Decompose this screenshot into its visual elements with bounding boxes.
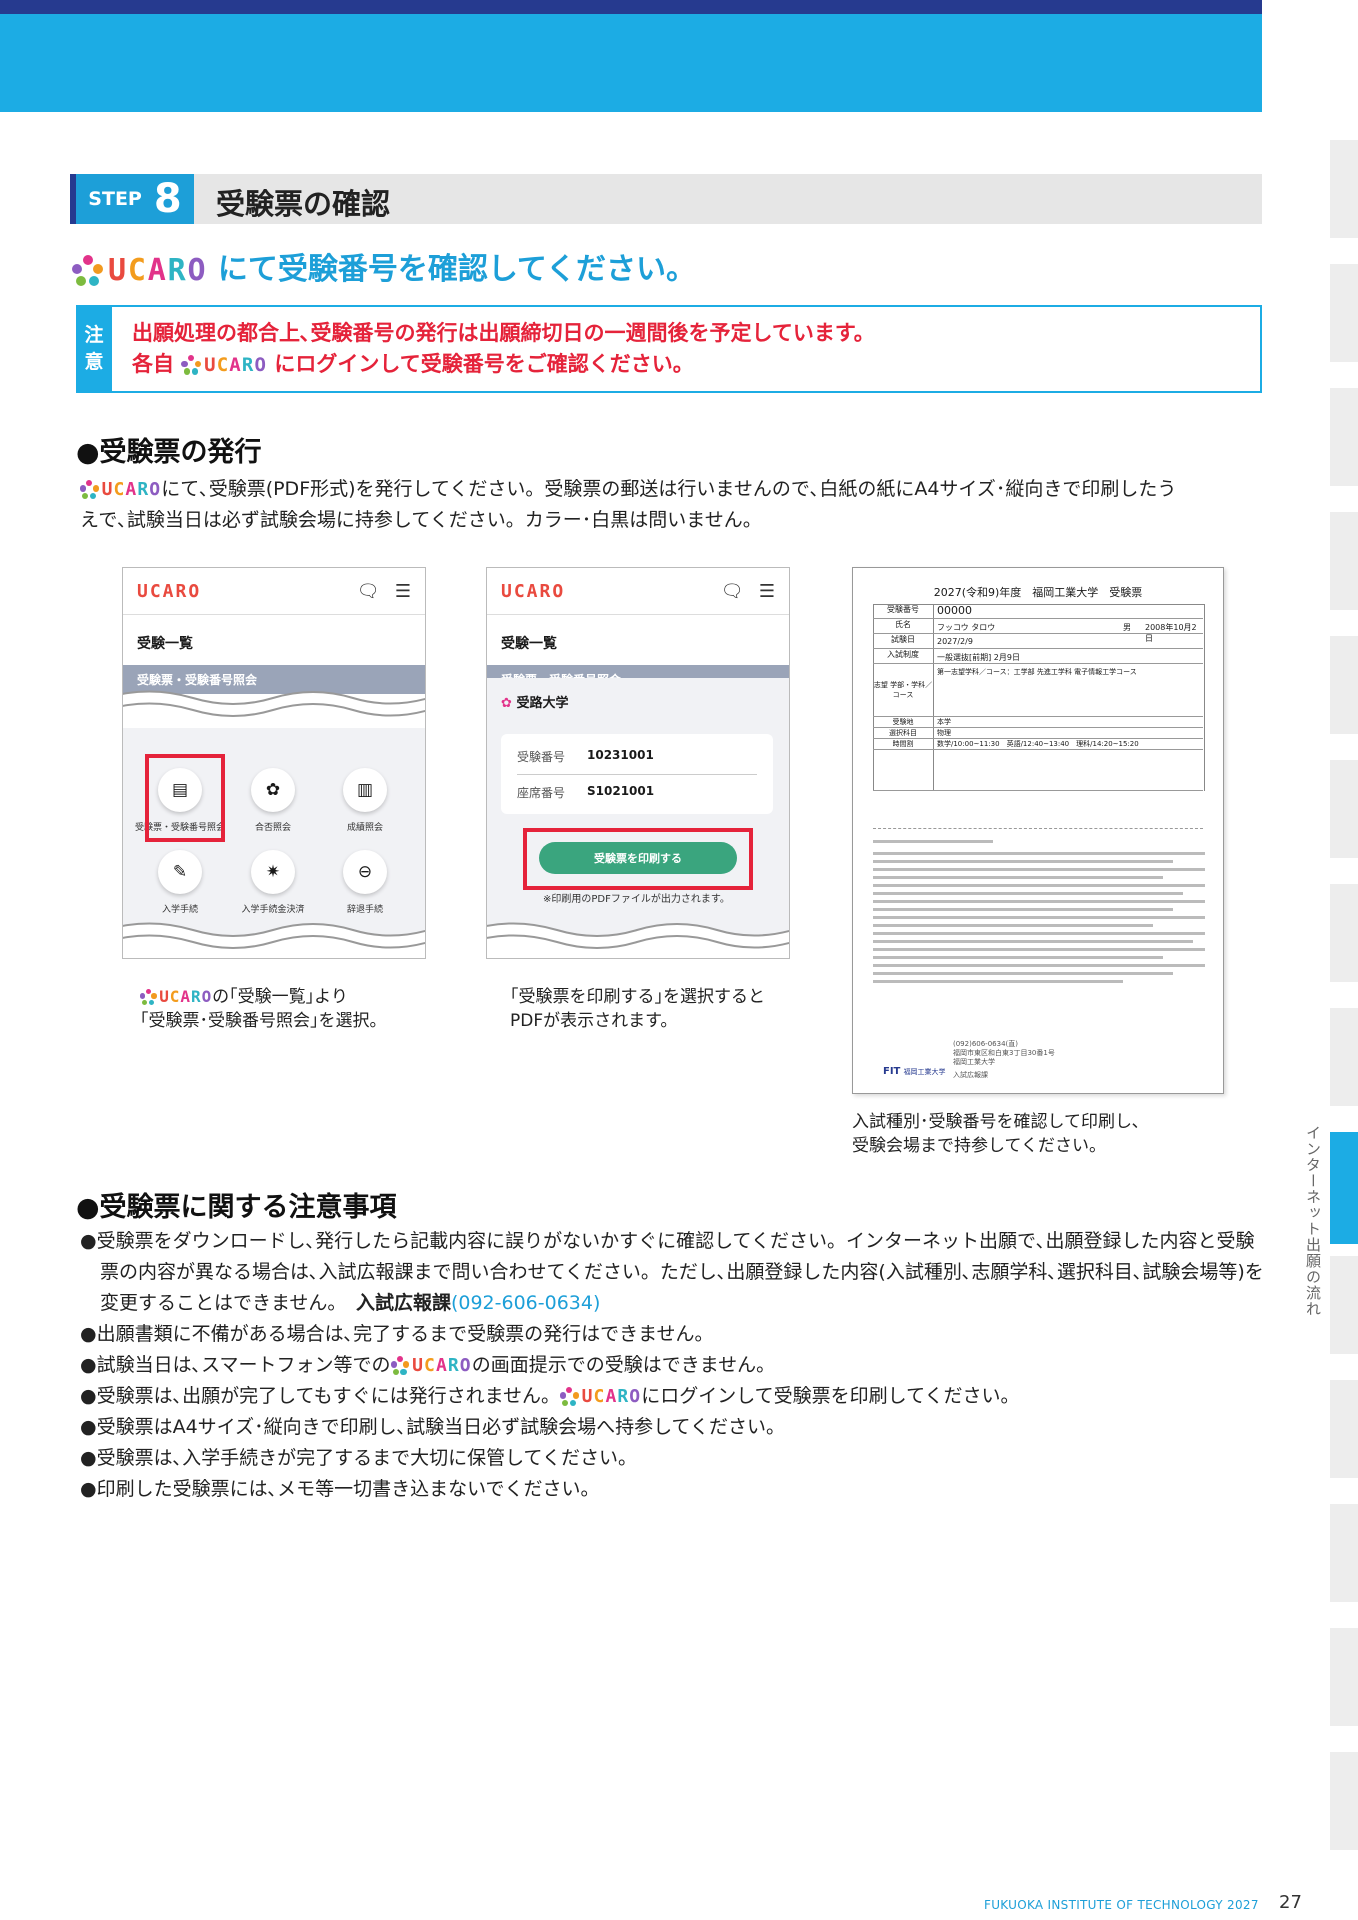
note-line-2: 各自 UCARO にログインして受験番号をご確認ください。 (132, 349, 875, 381)
university-name: ✿ 受路大学 (501, 696, 569, 711)
note-side-label: 注 意 (76, 305, 112, 393)
ucaro-logo: UCARO (140, 985, 212, 1009)
notice-list: 受験票をダウンロードし､発行したら記載内容に誤りがないかすぐに確認してください。… (80, 1226, 1270, 1505)
ticket-title: 2027(令和9)年度 福岡工業大学 受験票 (933, 586, 1143, 599)
headline: UCARO にて受験番号を確認してください。 (72, 244, 696, 288)
page-number: 27 (1279, 1892, 1302, 1913)
side-index-tab[interactable] (1330, 760, 1358, 858)
ucaro-wordmark: UCARO (108, 253, 208, 288)
office-name: 入試広報課 (355, 1292, 451, 1314)
ucaro-wordmark: UCARO (501, 580, 566, 602)
headline-text: にて受験番号を確認してください。 (217, 252, 697, 287)
side-index-tab-active[interactable] (1330, 1132, 1358, 1244)
ucaro-wordmark: UCARO (137, 580, 202, 602)
step-badge: STEP 8 (70, 174, 194, 224)
note-side-char: 意 (84, 351, 104, 373)
ticket-contact: (092)606-0634(直) 福岡市東区和白東3丁目30番1号 福岡工業大学 (953, 1040, 1055, 1066)
ucaro-logo: UCARO (181, 350, 267, 381)
ucaro-logo: UCARO (72, 253, 207, 288)
gear-icon[interactable]: ✷ (251, 850, 295, 894)
side-index-tab[interactable] (1330, 884, 1358, 982)
exam-number: 10231001 (587, 748, 654, 762)
pencil-icon[interactable]: ✎ (158, 850, 202, 894)
bar-chart-icon[interactable]: ▥ (343, 768, 387, 812)
notice-item: 出願書類に不備がある場合は､完了するまで受験票の発行はできません。 (80, 1319, 1270, 1350)
phone2-caption: ｢受験票を印刷する｣を選択すると PDFが表示されます。 (510, 987, 765, 1031)
notice-item: 印刷した受験票には､メモ等一切書き込まないでください。 (80, 1474, 1270, 1505)
flower-icon: ✿ (501, 696, 512, 711)
step-number: 8 (153, 176, 182, 222)
issue-heading: ●受験票の発行 (76, 437, 262, 468)
exam-ticket-sample: 2027(令和9)年度 福岡工業大学 受験票 受験番号 00000 氏名 フッコウ … (852, 567, 1224, 1094)
message-icon[interactable]: 🗨 (357, 581, 380, 602)
notice-heading: ●受験票に関する注意事項 (76, 1192, 397, 1223)
ucaro-logo: UCARO (390, 1350, 472, 1381)
highlight-box (145, 754, 225, 842)
side-index-tab[interactable] (1330, 1504, 1358, 1602)
wave-divider (123, 690, 425, 726)
seat-number: S1021001 (587, 784, 655, 798)
phone-screen-2: UCARO 🗨 ☰ 受験一覧 受験票・受験番号照会 ✿ 受路大学 受験番号 10… (486, 567, 790, 959)
side-index-tab[interactable] (1330, 264, 1358, 362)
message-icon[interactable]: 🗨 (721, 581, 744, 602)
notice-item: 受験票はA4サイズ･縦向きで印刷し､試験当日必ず試験会場へ持参してください。 (80, 1412, 1270, 1443)
highlight-box (523, 828, 753, 890)
ucaro-logo: UCARO (80, 474, 161, 505)
exam-number-card: 受験番号 10231001 座席番号 S1021001 (501, 734, 773, 814)
note-text: 出願処理の都合上､受験番号の発行は出願締切日の一週間後を予定しています。 各自 … (132, 318, 875, 381)
wave-divider (487, 922, 789, 958)
footer-text: FUKUOKA INSTITUTE OF TECHNOLOGY 2027 (984, 1898, 1259, 1912)
flower-icon (80, 480, 99, 499)
ticket-exam-number: 00000 (937, 604, 972, 617)
side-index-tab[interactable] (1330, 636, 1358, 734)
step-word: STEP (88, 188, 142, 210)
flower-icon (181, 355, 202, 375)
side-index-tab[interactable] (1330, 1628, 1358, 1726)
flower-icon[interactable]: ✿ (251, 768, 295, 812)
header-bar (0, 14, 1262, 112)
flower-icon (72, 254, 104, 287)
print-note: ※印刷用のPDFファイルが出力されます。 (543, 894, 730, 905)
note-side-char: 注 (84, 324, 104, 347)
side-index-tab[interactable] (1330, 388, 1358, 486)
office-phone[interactable]: (092-606-0634) (451, 1292, 600, 1314)
flower-icon (390, 1356, 410, 1375)
wave-divider (123, 922, 425, 958)
note-line-1: 出願処理の都合上､受験番号の発行は出願締切日の一週間後を予定しています。 (132, 321, 875, 345)
flower-icon (140, 988, 157, 1006)
minus-circle-icon[interactable]: ⊖ (343, 850, 387, 894)
side-index-tab[interactable] (1330, 1380, 1358, 1478)
side-index-tab[interactable] (1330, 1752, 1358, 1850)
menu-icon[interactable]: ☰ (759, 581, 775, 602)
side-section-label: インターネット出願の流れ (1304, 1125, 1322, 1317)
phone-screen-1: UCARO 🗨 ☰ 受験一覧 受験票・受験番号照会 ▤ 受験票・受験番号照会 ✿… (122, 567, 426, 959)
notice-item: 受験票は､出願が完了してもすぐには発行されません。UCAROにログインして受験票… (80, 1381, 1270, 1412)
notice-item: 受験票をダウンロードし､発行したら記載内容に誤りがないかすぐに確認してください。… (80, 1226, 1270, 1319)
step-title: 受験票の確認 (216, 187, 391, 221)
phone1-caption: UCARO の｢受験一覧｣より ｢受験票･受験番号照会｣を選択。 (140, 985, 387, 1031)
list-title: 受験一覧 (137, 636, 193, 652)
list-title: 受験一覧 (501, 636, 557, 652)
header-top-band (0, 0, 1262, 14)
detail-area: ✿ 受路大学 受験番号 10231001 座席番号 S1021001 受験票を印… (487, 678, 789, 958)
ticket-caption: 入試種別･受験番号を確認して印刷し､ 受験会場まで持参してください。 (852, 1112, 1141, 1156)
flower-icon (560, 1387, 579, 1406)
notice-item: 試験当日は､スマートフォン等でのUCAROの画面提示での受験はできません。 (80, 1350, 1270, 1381)
side-index-tab[interactable] (1330, 1256, 1358, 1354)
issue-body: UCARO にて､受験票(PDF形式)を発行してください。受験票の郵送は行いません… (80, 474, 1260, 536)
side-index-tab[interactable] (1330, 140, 1358, 238)
menu-icon[interactable]: ☰ (395, 581, 411, 602)
side-index-tab[interactable] (1330, 1008, 1358, 1106)
notice-item: 受験票は､入学手続きが完了するまで大切に保管してください。 (80, 1443, 1270, 1474)
ucaro-logo: UCARO (560, 1381, 641, 1412)
side-index-tab[interactable] (1330, 512, 1358, 610)
fit-logo: FIT 福岡工業大学 (883, 1066, 946, 1077)
